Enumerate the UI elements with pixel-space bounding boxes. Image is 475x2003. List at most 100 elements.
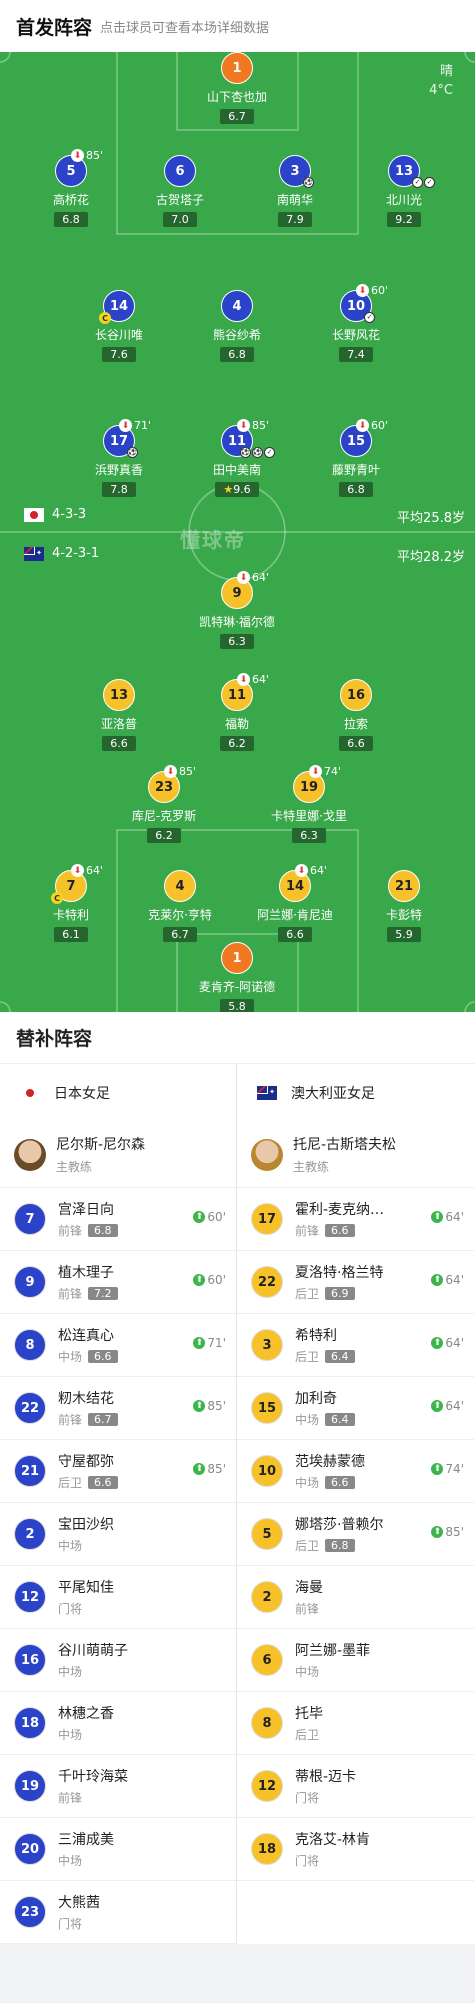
substitute-row[interactable]: 17 霍利-麦克纳… 前锋 6.6 ⬆ 64' xyxy=(237,1188,474,1251)
pitch-player[interactable]: 5 ⬇ 85' 高桥花 6.8 xyxy=(11,149,131,227)
substitute-row[interactable]: 8 托毕 后卫 xyxy=(237,1692,474,1755)
football-icon: ⚽ xyxy=(127,447,138,458)
pitch-player[interactable]: 19 ⬇ 74' 卡特里娜·戈里 6.3 xyxy=(249,765,369,843)
player-name: 田中美南 xyxy=(212,463,261,477)
substitute-row[interactable]: 23 大熊茜 门将 xyxy=(0,1881,236,1944)
coach-avatar xyxy=(14,1138,46,1171)
away-formation: 4-2-3-1 xyxy=(24,546,99,561)
pitch-player[interactable]: 14 C 长谷川唯 7.6 xyxy=(59,290,179,362)
weather-condition: 晴 xyxy=(439,64,453,79)
substitute-position: 中场 xyxy=(295,1476,320,1490)
substitute-row[interactable]: 22 夏洛特·格兰特 后卫 6.9 ⬆ 64' xyxy=(237,1251,474,1314)
substitute-row[interactable]: 12 平尾知佳 门将 xyxy=(0,1566,236,1629)
substitute-row[interactable]: 10 范埃赫蒙德 中场 6.6 ⬆ 74' xyxy=(237,1440,474,1503)
player-name: 浜野真香 xyxy=(94,463,143,477)
pitch-player[interactable]: 15 ⬇ 60' 藤野青叶 6.8 xyxy=(296,419,416,497)
player-name: 长野风花 xyxy=(331,328,380,342)
jersey: 16 xyxy=(340,679,372,711)
sub-off-icon: ⬇ xyxy=(356,419,369,432)
sub-on-icon: ⬆ xyxy=(431,1400,444,1412)
pitch-player[interactable]: 3 ⚽ 南萌华 7.9 xyxy=(235,155,355,227)
pitch-player[interactable]: 10 ⬇ 60' ✓ 长野风花 7.4 xyxy=(296,284,416,362)
substitute-row[interactable]: 5 娜塔莎·普赖尔 后卫 6.8 ⬆ 85' xyxy=(237,1503,474,1566)
jersey-number: 22 xyxy=(14,1392,46,1424)
substitute-row[interactable]: 18 克洛艾-林肯 门将 xyxy=(237,1818,474,1881)
jersey-number: 12 xyxy=(14,1581,46,1613)
substitute-position: 中场 xyxy=(58,1539,83,1553)
player-name: 拉索 xyxy=(343,717,368,731)
substitute-name: 宫泽日向 xyxy=(58,1202,114,1218)
substitute-row[interactable]: 22 籾木结花 前锋 6.7 ⬆ 85' xyxy=(0,1377,236,1440)
substitute-row[interactable]: 2 宝田沙织 中场 xyxy=(0,1503,236,1566)
substitute-name: 籾木结花 xyxy=(58,1391,114,1407)
jersey-number: 10 xyxy=(251,1455,283,1487)
player-name: 麦肯齐-阿诺德 xyxy=(198,980,276,994)
pitch-player[interactable]: 13 ✓ ✓ 北川光 9.2 xyxy=(344,155,464,227)
pitch-player[interactable]: 23 ⬇ 85' 库尼-克罗斯 6.2 xyxy=(104,765,224,843)
substitute-name: 加利奇 xyxy=(295,1391,337,1407)
pitch-player[interactable]: 7 ⬇ 64' C 卡特利 6.1 xyxy=(11,864,131,942)
pitch-player[interactable]: 21 卡彭特 5.9 xyxy=(344,870,464,942)
substitute-row[interactable]: 2 海曼 前锋 xyxy=(237,1566,474,1629)
sub-on-time: ⬆ 60' xyxy=(193,1273,226,1287)
player-name: 山下杏也加 xyxy=(206,90,267,104)
away-team-row[interactable]: 澳大利亚女足 xyxy=(237,1064,474,1122)
pitch-player[interactable]: 4 克莱尔·亨特 6.7 xyxy=(120,870,240,942)
pitch-player[interactable]: 6 古贺塔子 7.0 xyxy=(120,155,240,227)
substitute-position: 中场 xyxy=(58,1854,83,1868)
substitute-row[interactable]: 15 加利奇 中场 6.4 ⬆ 64' xyxy=(237,1377,474,1440)
substitute-row[interactable]: 3 希特利 后卫 6.4 ⬆ 64' xyxy=(237,1314,474,1377)
jersey: 4 xyxy=(221,290,253,322)
substitute-row[interactable]: 9 植木理子 前锋 7.2 ⬆ 60' xyxy=(0,1251,236,1314)
pitch-player[interactable]: 1 麦肯齐-阿诺德 5.8 xyxy=(177,942,297,1012)
player-name: 克莱尔·亨特 xyxy=(148,908,212,922)
pitch-player[interactable]: 11 ⬇ 64' 福勒 6.2 xyxy=(177,673,297,751)
sub-on-time: ⬆ 85' xyxy=(193,1399,226,1413)
pitch-player[interactable]: 1 山下杏也加 6.7 xyxy=(177,52,297,124)
substitute-position: 门将 xyxy=(58,1917,83,1931)
substitute-row[interactable]: 18 林穗之香 中场 xyxy=(0,1692,236,1755)
substitute-row[interactable]: 12 蒂根-迈卡 门将 xyxy=(237,1755,474,1818)
player-rating: 7.6 xyxy=(102,347,136,362)
substitute-row[interactable]: 7 宫泽日向 前锋 6.8 ⬆ 60' xyxy=(0,1188,236,1251)
substitute-row[interactable]: 8 松连真心 中场 6.6 ⬆ 71' xyxy=(0,1314,236,1377)
away-coach-row[interactable]: 托尼-古斯塔夫松 主教练 xyxy=(237,1122,474,1188)
coach-role: 主教练 xyxy=(56,1160,93,1174)
lineup-title: 首发阵容 xyxy=(16,16,93,39)
sub-on-icon: ⬆ xyxy=(431,1274,444,1286)
substitute-rating: 6.4 xyxy=(325,1413,355,1426)
pitch-player[interactable]: 13 亚洛普 6.6 xyxy=(59,679,179,751)
assist-icon: ✓ xyxy=(412,177,423,188)
pitch-player[interactable]: 11 ⬇ 85' ⚽ ⚽ ✓ 田中美南 ★9.6 xyxy=(177,419,297,497)
pitch-player[interactable]: 14 ⬇ 64' 阿兰娜·肯尼迪 6.6 xyxy=(235,864,355,942)
jersey-number: 8 xyxy=(251,1707,283,1739)
substitute-row[interactable]: 16 谷川萌萌子 中场 xyxy=(0,1629,236,1692)
substitute-name: 林穗之香 xyxy=(58,1706,114,1722)
pitch-player[interactable]: 9 ⬇ 64' 凯特琳·福尔德 6.3 xyxy=(177,571,297,649)
home-coach-row[interactable]: 尼尔斯-尼尔森 主教练 xyxy=(0,1122,236,1188)
substitute-position: 后卫 xyxy=(295,1728,320,1742)
sub-off-badge: ⬇ 64' xyxy=(295,864,327,877)
sub-off-badge: ⬇ 64' xyxy=(237,571,269,584)
home-team-row[interactable]: 日本女足 xyxy=(0,1064,236,1122)
sub-on-time: ⬆ 60' xyxy=(193,1210,226,1224)
pitch-player[interactable]: 4 熊谷纱希 6.8 xyxy=(177,290,297,362)
star-icon: ★ xyxy=(223,483,234,496)
sub-off-icon: ⬇ xyxy=(309,765,322,778)
substitute-row[interactable]: 20 三浦成美 中场 xyxy=(0,1818,236,1881)
jersey: 1 xyxy=(221,942,253,974)
substitute-row[interactable]: 6 阿兰娜-墨菲 中场 xyxy=(237,1629,474,1692)
substitute-row[interactable]: 21 守屋都弥 后卫 6.6 ⬆ 85' xyxy=(0,1440,236,1503)
substitute-position: 后卫 xyxy=(295,1539,320,1553)
sub-on-icon: ⬆ xyxy=(193,1463,206,1475)
lineup-subtitle: 点击球员可查看本场详细数据 xyxy=(100,20,270,36)
pitch-player[interactable]: 17 ⬇ 71' ⚽ 浜野真香 7.8 xyxy=(59,419,179,497)
away-formation-label: 4-2-3-1 xyxy=(52,546,100,561)
substitute-position: 中场 xyxy=(295,1665,320,1679)
sub-on-icon: ⬆ xyxy=(193,1211,206,1223)
goal-icons: ⚽ xyxy=(303,177,315,188)
pitch-player[interactable]: 16 拉索 6.6 xyxy=(296,679,416,751)
sub-off-badge: ⬇ 85' xyxy=(237,419,269,432)
substitute-row[interactable]: 19 千叶玲海菜 前锋 xyxy=(0,1755,236,1818)
player-rating: 6.3 xyxy=(292,828,326,843)
